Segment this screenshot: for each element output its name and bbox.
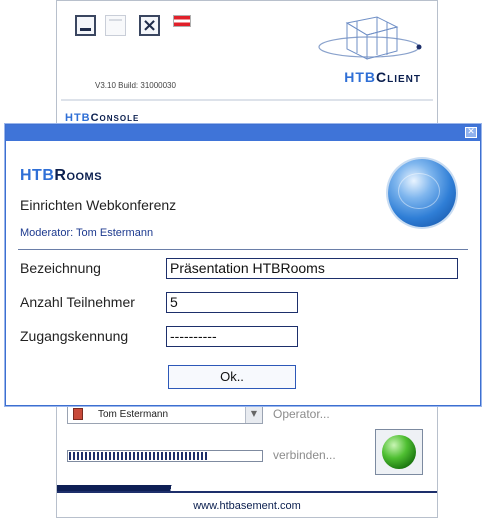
moderator-label: Moderator: Tom Estermann (20, 227, 154, 239)
htbconsole-title: HTBConsole (65, 112, 140, 124)
dialog-close-button[interactable]: ✕ (465, 127, 477, 138)
webconference-dialog: ✕ HTBRooms Einrichten Webkonferenz Moder… (5, 124, 481, 406)
close-button[interactable]: × (139, 15, 160, 36)
footer-url[interactable]: www.htbasement.com (57, 500, 437, 512)
bezeichnung-field[interactable]: Präsentation HTBRooms (166, 258, 458, 279)
divider (61, 99, 433, 101)
progress-fill (69, 452, 208, 460)
minimize-button[interactable] (75, 15, 96, 36)
teilnehmer-field[interactable]: 5 (166, 292, 298, 313)
operator-link[interactable]: Operator... (273, 407, 330, 421)
user-select[interactable]: Tom Estermann ▼ (67, 404, 263, 424)
footer-bar (57, 485, 437, 493)
htbrooms-logo: HTBRooms (20, 167, 103, 184)
user-icon (73, 408, 83, 420)
globe-icon (388, 159, 456, 227)
connection-progress-bar (67, 450, 263, 462)
bezeichnung-label: Bezeichnung (20, 260, 101, 276)
version-label: V3.10 Build: 31000030 (95, 81, 176, 90)
divider (18, 249, 468, 250)
dialog-titlebar: ✕ (6, 125, 480, 141)
htb-cube-logo-icon (318, 16, 422, 60)
teilnehmer-label: Anzahl Teilnehmer (20, 294, 135, 310)
globe-icon (382, 435, 416, 469)
htbclient-logo: HTBClient (344, 69, 421, 85)
zugangskennung-label: Zugangskennung (20, 328, 129, 344)
connect-status: verbinden... (273, 448, 336, 462)
connect-button[interactable] (375, 429, 423, 475)
chevron-down-icon[interactable]: ▼ (245, 405, 262, 423)
ok-button[interactable]: Ok.. (168, 365, 296, 389)
user-name: Tom Estermann (98, 409, 169, 420)
austria-flag-icon[interactable] (173, 15, 191, 27)
dialog-heading: Einrichten Webkonferenz (20, 197, 177, 213)
maximize-button[interactable] (105, 15, 126, 36)
zugangskennung-field[interactable]: ---------- (166, 326, 298, 347)
